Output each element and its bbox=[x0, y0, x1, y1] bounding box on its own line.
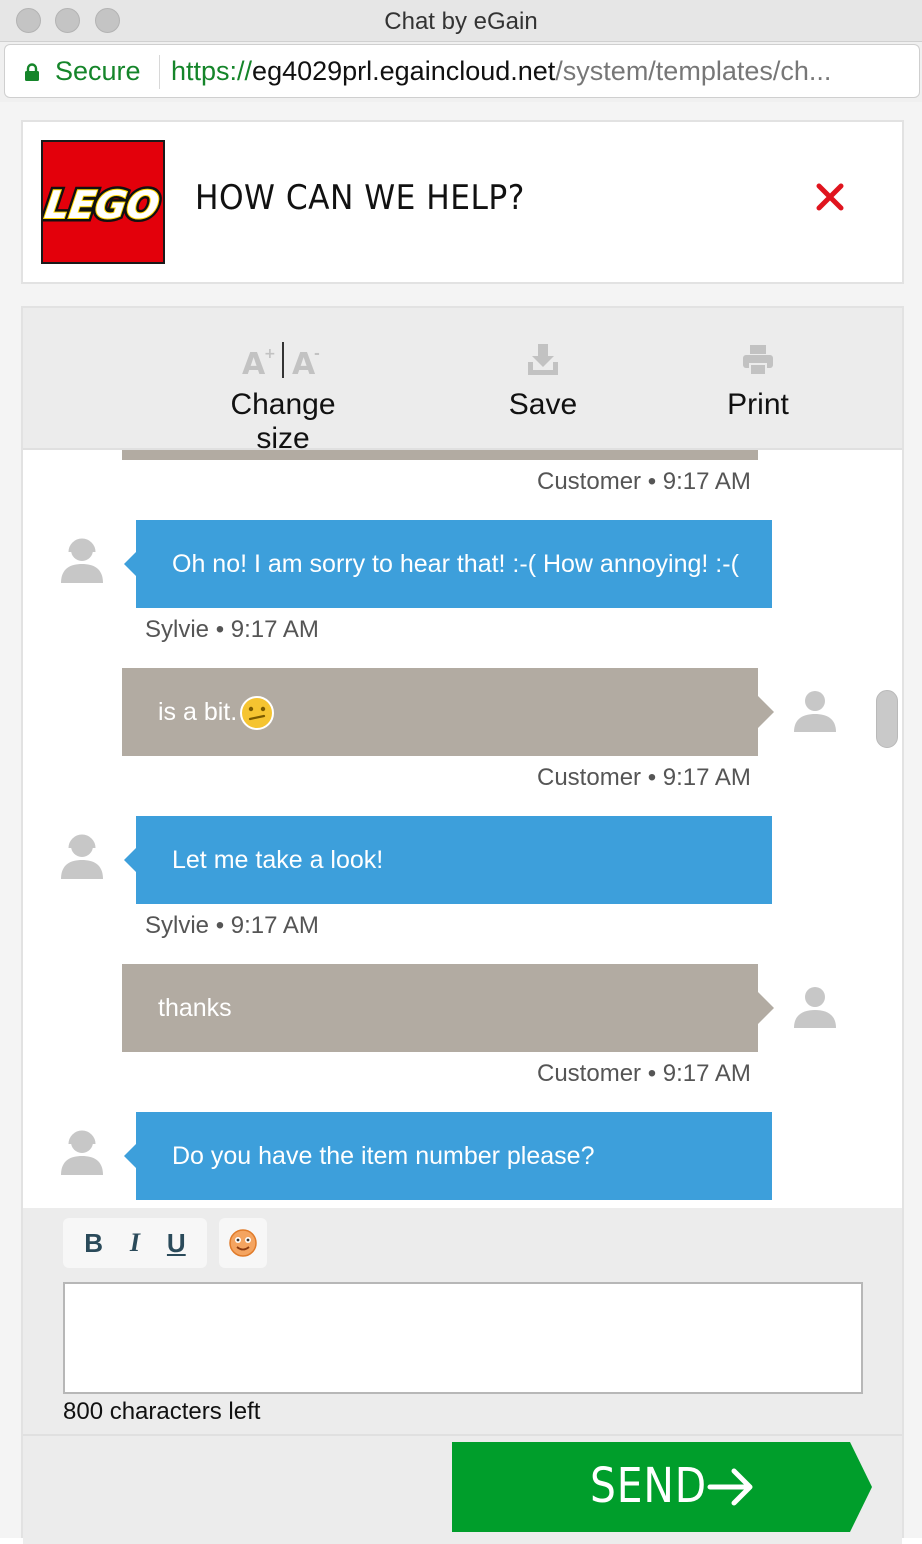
printer-icon bbox=[743, 345, 773, 376]
save-tool[interactable]: Save bbox=[493, 338, 593, 422]
agent-avatar-icon bbox=[61, 834, 103, 879]
message-composer: B I U 800 characters left bbox=[23, 1208, 902, 1434]
font-size-divider bbox=[282, 342, 284, 378]
url-scheme: https:// bbox=[171, 56, 253, 86]
print-tool[interactable]: Print bbox=[708, 338, 808, 422]
customer-message-bubble: is a bit. bbox=[122, 668, 774, 756]
agent-message-bubble: Oh no! I am sorry to hear that! :-( How … bbox=[124, 520, 772, 608]
address-bar[interactable]: Secure https://eg4029prl.egaincloud.net/… bbox=[4, 44, 920, 98]
chat-transcript: Customer • 9:17 AM Oh no! I am sorry to … bbox=[23, 450, 902, 1208]
customer-avatar-icon bbox=[794, 691, 836, 732]
send-button[interactable]: SEND bbox=[452, 1442, 872, 1532]
customer-message-bubble: thanks bbox=[122, 964, 774, 1052]
window-title: Chat by eGain bbox=[384, 8, 538, 35]
confused-emoji-icon bbox=[240, 696, 275, 731]
agent-avatar-icon bbox=[61, 1130, 103, 1175]
page-title: HOW CAN WE HELP? bbox=[195, 178, 525, 218]
underline-button[interactable]: U bbox=[160, 1228, 192, 1259]
chat-panel: A + A - Change size Save Print Customer … bbox=[21, 306, 904, 1544]
url-separator bbox=[159, 55, 160, 89]
change-size-tool: A + A - Change size bbox=[203, 338, 363, 456]
save-label: Save bbox=[508, 388, 578, 421]
message-input[interactable] bbox=[63, 1282, 863, 1394]
window-titlebar: Chat by eGain bbox=[0, 0, 922, 42]
url-path: /system/templates/ch... bbox=[555, 56, 832, 86]
formatting-toolbar: B I U bbox=[63, 1218, 207, 1268]
smiley-icon bbox=[229, 1229, 257, 1257]
message-meta: Customer • 9:17 AM bbox=[537, 1060, 751, 1087]
send-label: SEND bbox=[590, 1458, 708, 1514]
message-meta: Sylvie • 9:17 AM bbox=[145, 912, 319, 939]
svg-text:+: + bbox=[264, 346, 276, 362]
addressbar-area: Secure https://eg4029prl.egaincloud.net/… bbox=[0, 42, 922, 102]
print-label: Print bbox=[727, 388, 789, 421]
italic-button[interactable]: I bbox=[119, 1228, 151, 1258]
svg-text:A: A bbox=[242, 347, 266, 378]
agent-avatar-icon bbox=[61, 538, 103, 583]
emoji-picker-button[interactable] bbox=[219, 1218, 267, 1268]
lock-icon bbox=[25, 63, 39, 81]
secure-label: Secure bbox=[55, 56, 141, 86]
bold-button[interactable]: B bbox=[78, 1228, 110, 1259]
agent-message-bubble: Do you have the item number please? bbox=[124, 1112, 772, 1200]
change-size-label[interactable]: Change size bbox=[203, 388, 363, 456]
chat-toolbar: A + A - Change size Save Print bbox=[23, 308, 902, 455]
message-meta: Customer • 9:17 AM bbox=[537, 764, 751, 791]
svg-text:-: - bbox=[314, 346, 320, 362]
message-meta: Sylvie • 9:17 AM bbox=[145, 616, 319, 643]
agent-message-bubble: Let me take a look! bbox=[124, 816, 772, 904]
url-text[interactable]: https://eg4029prl.egaincloud.net/system/… bbox=[171, 56, 911, 87]
customer-avatar-icon bbox=[794, 987, 836, 1028]
previous-customer-bubble bbox=[122, 450, 758, 460]
svg-text:A: A bbox=[292, 347, 316, 378]
send-area: SEND bbox=[23, 1434, 902, 1544]
lego-logo: LEGO LEGO bbox=[39, 140, 166, 264]
customer-message-text: is a bit. bbox=[158, 698, 238, 726]
message-meta: Customer • 9:17 AM bbox=[537, 468, 751, 495]
lego-logo-mark: LEGO LEGO bbox=[39, 181, 166, 232]
chat-header: LEGO LEGO HOW CAN WE HELP? bbox=[21, 120, 904, 284]
lego-logo-text-overlay: LEGO bbox=[43, 184, 162, 228]
close-icon[interactable] bbox=[813, 180, 847, 214]
url-host: eg4029prl.egaincloud.net bbox=[252, 56, 556, 86]
transcript-scrollbar[interactable] bbox=[876, 690, 898, 748]
font-increase-icon[interactable]: A + bbox=[240, 342, 276, 378]
save-download-icon bbox=[528, 344, 558, 375]
char-count: 800 characters left bbox=[63, 1398, 261, 1425]
font-decrease-icon[interactable]: A - bbox=[290, 342, 326, 378]
